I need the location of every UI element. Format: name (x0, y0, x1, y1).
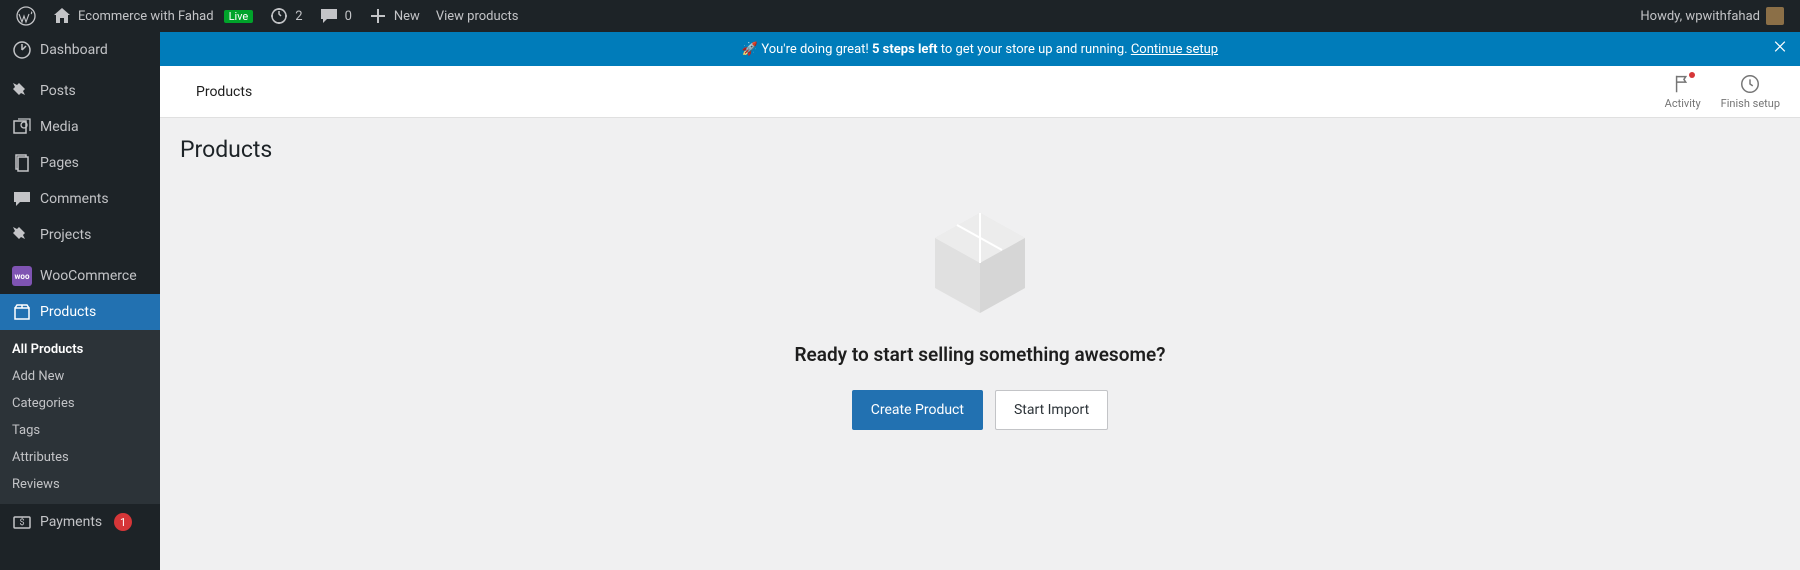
new-label: New (394, 9, 420, 24)
header-title: Products (196, 84, 252, 100)
new-link[interactable]: New (360, 0, 428, 32)
empty-state: Ready to start selling something awesome… (180, 203, 1780, 430)
view-products-link[interactable]: View products (428, 0, 527, 32)
live-badge: Live (224, 10, 254, 23)
updates-count: 2 (295, 9, 302, 24)
comments-count: 0 (345, 9, 352, 24)
home-icon (52, 6, 72, 26)
howdy-text: Howdy, (1640, 9, 1685, 24)
close-icon (1772, 39, 1788, 55)
media-icon (12, 117, 32, 137)
sidebar-label: Media (40, 119, 79, 135)
username: wpwithfahad (1685, 9, 1760, 24)
submenu-categories[interactable]: Categories (0, 390, 160, 417)
sidebar-item-dashboard[interactable]: Dashboard (0, 32, 160, 68)
comments-link[interactable]: 0 (311, 0, 360, 32)
box-illustration (930, 203, 1030, 313)
pages-icon (12, 153, 32, 173)
banner-bold: 5 steps left (872, 42, 938, 57)
activity-button[interactable]: Activity (1665, 73, 1701, 110)
sidebar-item-comments[interactable]: Comments (0, 181, 160, 217)
update-icon (269, 6, 289, 26)
woo-icon: woo (12, 266, 32, 286)
activity-label: Activity (1665, 97, 1701, 110)
products-submenu: All Products Add New Categories Tags Att… (0, 330, 160, 504)
products-icon (12, 302, 32, 322)
sidebar-label: Posts (40, 83, 76, 99)
updates-link[interactable]: 2 (261, 0, 310, 32)
sidebar-item-media[interactable]: Media (0, 109, 160, 145)
sidebar-label: Projects (40, 227, 91, 243)
create-product-button[interactable]: Create Product (852, 390, 983, 430)
banner-close-button[interactable] (1772, 39, 1788, 60)
admin-sidebar: Dashboard Posts Media Pages Comments Pro… (0, 32, 160, 570)
payments-icon: $ (12, 512, 32, 532)
pin-icon (12, 225, 32, 245)
admin-bar: Ecommerce with Fahad Live 2 0 New View p… (0, 0, 1800, 32)
view-products-label: View products (436, 9, 519, 24)
avatar (1766, 7, 1784, 25)
comment-icon (319, 6, 339, 26)
site-link[interactable]: Ecommerce with Fahad Live (44, 0, 261, 32)
sidebar-item-woocommerce[interactable]: woo WooCommerce (0, 258, 160, 294)
start-import-button[interactable]: Start Import (995, 390, 1108, 430)
sidebar-label: Products (40, 304, 96, 320)
page-header-bar: Products Activity Finish setup (160, 66, 1800, 118)
sidebar-label: Pages (40, 155, 79, 171)
sidebar-label: Payments (40, 514, 102, 530)
payments-badge: 1 (114, 513, 132, 531)
submenu-attributes[interactable]: Attributes (0, 444, 160, 471)
notification-dot (1689, 72, 1695, 78)
plus-icon (368, 6, 388, 26)
rocket-icon: 🚀 (742, 42, 758, 57)
sidebar-label: WooCommerce (40, 268, 137, 284)
sidebar-item-pages[interactable]: Pages (0, 145, 160, 181)
submenu-tags[interactable]: Tags (0, 417, 160, 444)
submenu-add-new[interactable]: Add New (0, 363, 160, 390)
empty-heading: Ready to start selling something awesome… (180, 343, 1780, 366)
clock-progress-icon (1739, 73, 1761, 95)
sidebar-item-projects[interactable]: Projects (0, 217, 160, 253)
dashboard-icon (12, 40, 32, 60)
sidebar-item-products[interactable]: Products (0, 294, 160, 330)
banner-text-after: to get your store up and running. (938, 42, 1131, 57)
sidebar-item-payments[interactable]: $ Payments 1 (0, 504, 160, 540)
comment-icon (12, 189, 32, 209)
setup-banner: 🚀 You're doing great! 5 steps left to ge… (160, 32, 1800, 66)
finish-setup-label: Finish setup (1721, 97, 1780, 110)
package-icon (930, 203, 1030, 313)
wp-logo[interactable] (8, 0, 44, 32)
account-menu[interactable]: Howdy, wpwithfahad (1640, 7, 1792, 25)
sidebar-label: Comments (40, 191, 109, 207)
sidebar-label: Dashboard (40, 42, 108, 58)
wordpress-icon (16, 6, 36, 26)
svg-text:$: $ (19, 517, 24, 528)
page-heading: Products (180, 136, 1780, 163)
finish-setup-button[interactable]: Finish setup (1721, 73, 1780, 110)
sidebar-item-posts[interactable]: Posts (0, 73, 160, 109)
site-name: Ecommerce with Fahad (78, 9, 214, 24)
continue-setup-link[interactable]: Continue setup (1131, 42, 1218, 57)
submenu-reviews[interactable]: Reviews (0, 471, 160, 498)
submenu-all-products[interactable]: All Products (0, 336, 160, 363)
pin-icon (12, 81, 32, 101)
banner-text: You're doing great! (761, 42, 872, 57)
